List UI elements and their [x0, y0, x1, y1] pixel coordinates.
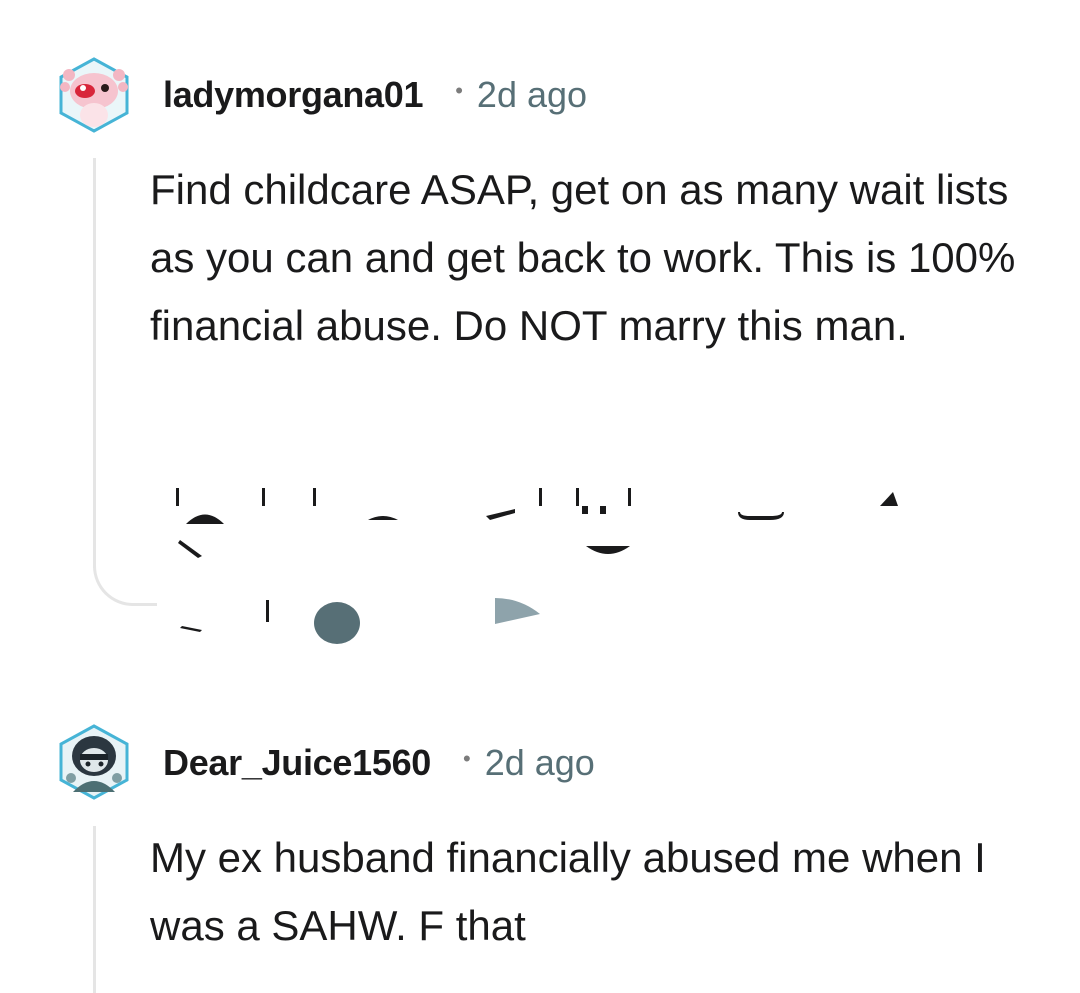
timestamp: 2d ago [484, 742, 595, 783]
thread-line[interactable] [93, 826, 96, 993]
username[interactable]: Dear_Juice1560 [163, 742, 431, 784]
comment-actions-artifacts [176, 488, 898, 644]
hooded-snoo-avatar-icon[interactable] [55, 722, 133, 800]
comment-body: My ex husband financially abused me when… [150, 834, 986, 949]
comment-header: Dear_Juice1560 • 2d ago [163, 742, 595, 784]
separator-dot: • [463, 746, 471, 771]
